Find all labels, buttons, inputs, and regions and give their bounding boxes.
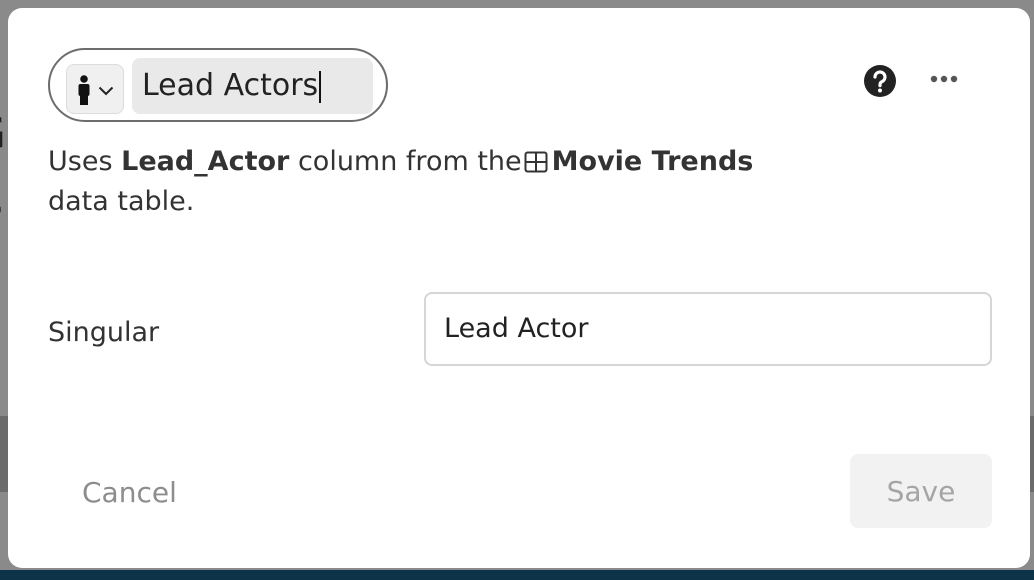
more-horizontal-icon[interactable] [928,68,960,90]
background-text-fragment: r [0,190,1,250]
table-name: Movie Trends [551,146,754,177]
description-middle: column from the [297,146,522,177]
backdrop-bottom-bar [0,570,1034,580]
text-caret [319,70,322,103]
save-button[interactable]: Save [850,454,992,528]
edit-name-dialog: Lead Actors Uses Lead_Actor column from … [8,8,1030,568]
person-icon [78,75,90,105]
name-pill: Lead Actors [48,48,388,122]
source-description: Uses Lead_Actor column from the Movie Tr… [48,142,908,222]
name-input[interactable]: Lead Actors [132,58,373,114]
help-circle-icon[interactable] [863,64,897,98]
singular-input[interactable]: Lead Actor [424,292,992,366]
singular-label: Singular [48,317,160,348]
chevron-down-icon [98,86,114,96]
icon-picker-dropdown[interactable] [66,64,124,114]
cancel-button[interactable]: Cancel [66,466,206,518]
column-name: Lead_Actor [121,146,290,177]
background-strip [1030,416,1034,492]
description-prefix: Uses [48,146,113,177]
name-input-value: Lead Actors [142,68,319,103]
background-strip [0,416,8,492]
table-icon [524,151,548,173]
background-text-fragment: ɢ [0,98,8,158]
description-suffix: data table. [48,186,195,217]
